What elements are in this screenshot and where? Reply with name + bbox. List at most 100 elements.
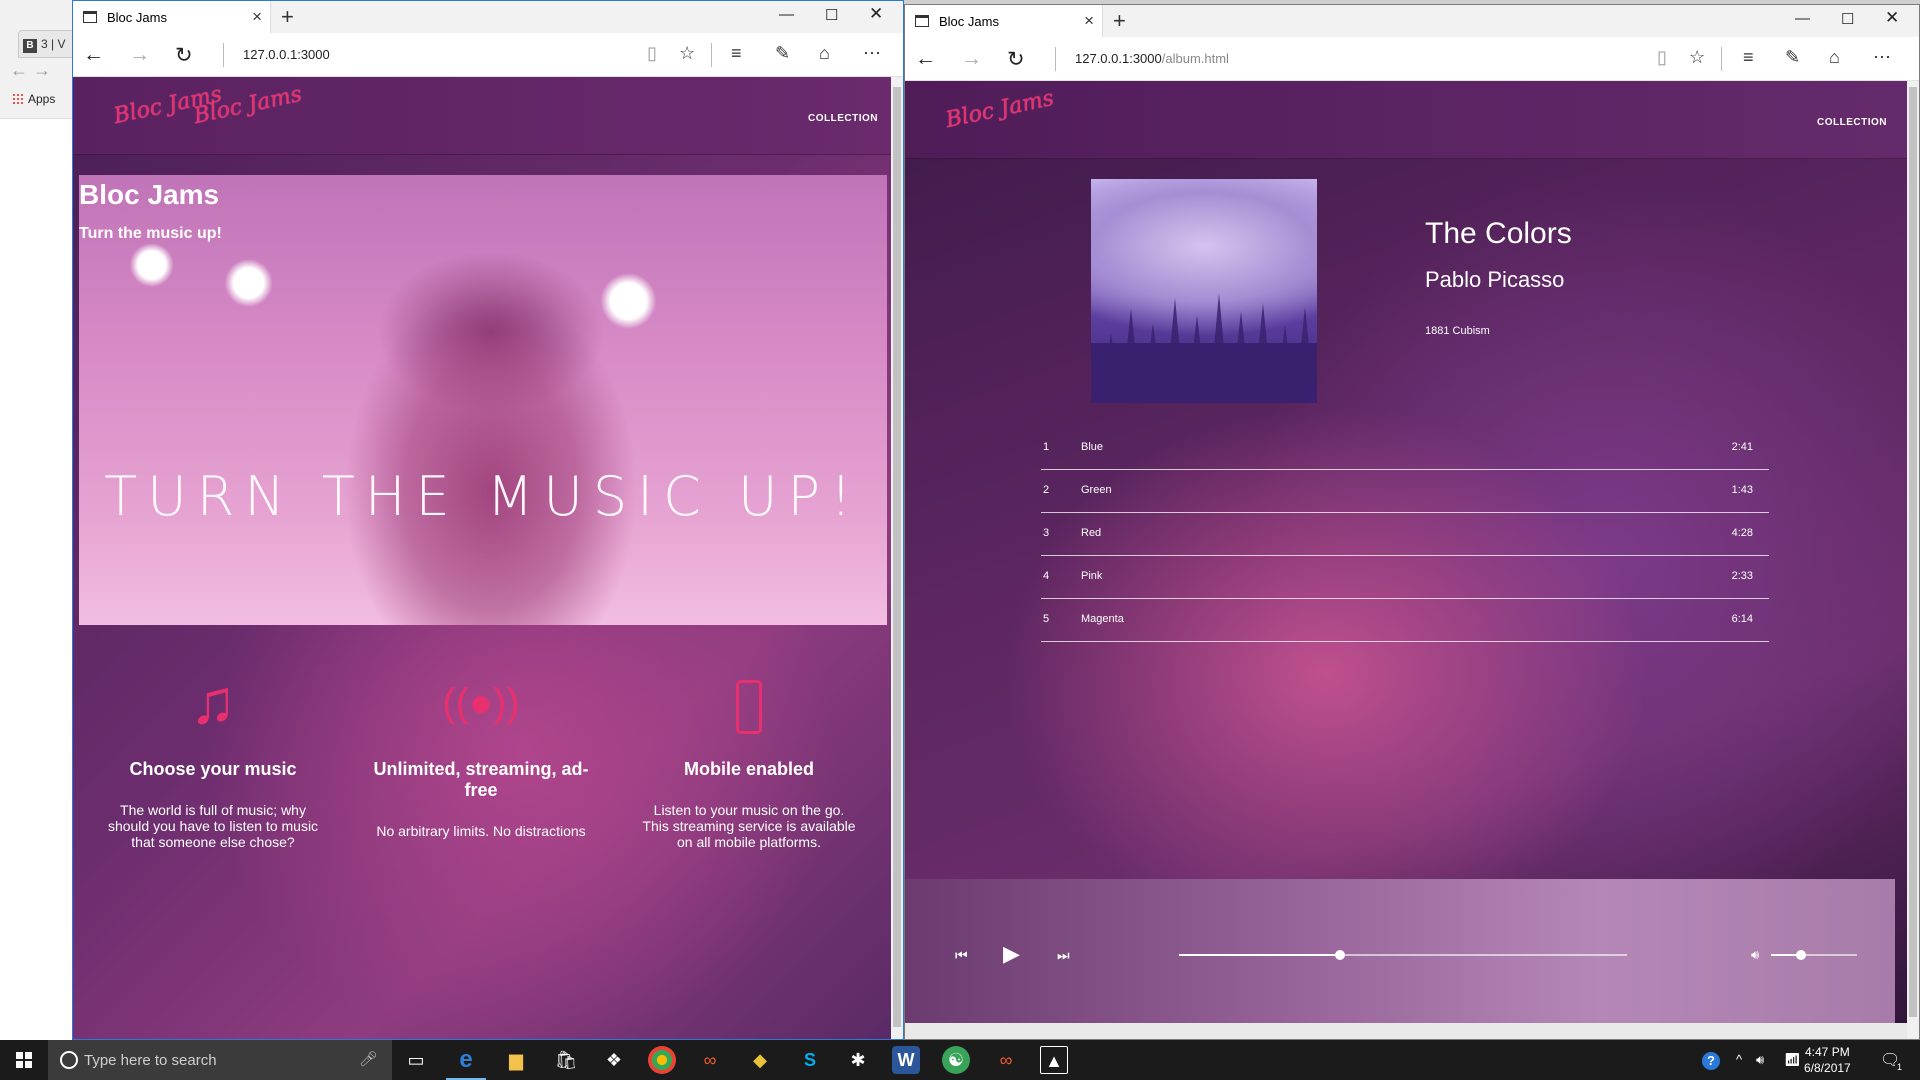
chrome-icon[interactable] [648, 1046, 676, 1074]
url-field[interactable]: 127.0.0.1:3000 [243, 47, 330, 62]
refresh-icon[interactable]: ↻ [175, 43, 193, 68]
apps-label: Apps [28, 92, 56, 106]
microphone-icon[interactable]: 🎤︎ [359, 1050, 378, 1068]
close-tab-icon[interactable]: × [252, 7, 262, 27]
maximize-icon[interactable]: ☐ [825, 6, 838, 24]
scrollbar[interactable] [1907, 81, 1919, 1039]
forward-arrow-icon[interactable]: → [129, 43, 150, 67]
favorite-star-icon[interactable]: ☆ [1689, 47, 1705, 68]
share-icon[interactable]: ⌂ [819, 43, 830, 64]
store-icon[interactable]: 🛍︎ [552, 1046, 580, 1074]
song-row[interactable]: 4 Pink 2:33 [1041, 556, 1769, 599]
seek-fill [1179, 954, 1341, 956]
taskbar-search[interactable]: Type here to search 🎤︎ [48, 1040, 392, 1080]
song-row[interactable]: 5 Magenta 6:14 [1041, 599, 1769, 642]
show-hidden-icons-icon[interactable]: ^ [1736, 1052, 1742, 1067]
new-tab-icon[interactable]: + [281, 4, 294, 30]
song-duration: 2:33 [1731, 570, 1753, 582]
song-title: Green [1081, 484, 1112, 496]
app-icon[interactable]: ☯ [942, 1046, 970, 1074]
favorite-star-icon[interactable]: ☆ [679, 43, 695, 64]
feature-desc: No arbitrary limits. No distractions [376, 823, 586, 839]
web-note-icon[interactable]: ✎ [775, 43, 790, 64]
new-tab-icon[interactable]: + [1113, 8, 1126, 34]
feature-streaming: ((●)) Unlimited, streaming, ad-free No a… [371, 663, 591, 839]
start-button[interactable] [0, 1040, 48, 1080]
volume-icon[interactable]: 🔊︎ [1751, 947, 1759, 963]
nav-collection-link[interactable]: COLLECTION [808, 113, 878, 124]
nav-collection-link[interactable]: COLLECTION [1817, 117, 1887, 128]
sourcetree-icon[interactable]: ◆ [746, 1046, 774, 1074]
previous-track-icon[interactable]: ⏮ [955, 947, 968, 964]
maximize-icon[interactable]: ☐ [1841, 10, 1854, 28]
logo-text: Bloc Jams [943, 85, 1057, 134]
back-arrow-icon[interactable]: ← [10, 60, 28, 80]
feature-title: Choose your music [129, 759, 297, 779]
edge-icon[interactable]: e [446, 1046, 486, 1080]
refresh-icon[interactable]: ↻ [1007, 47, 1025, 72]
reading-view-icon[interactable]: ▯ [647, 43, 657, 64]
scroll-thumb[interactable] [893, 87, 901, 1027]
dropbox-icon[interactable]: ❖ [600, 1046, 628, 1074]
minimize-icon[interactable]: — [1795, 10, 1810, 27]
chrome-nav: ← → [10, 60, 80, 80]
app-icon[interactable]: ∞ [696, 1046, 724, 1074]
navbar: Bloc Jams Bloc Jams COLLECTION [73, 77, 891, 155]
music-note-icon: ♫ [189, 668, 237, 737]
minimize-icon[interactable]: — [779, 6, 794, 23]
file-explorer-icon[interactable]: ▆ [502, 1046, 530, 1074]
hub-icon[interactable]: ≡ [731, 43, 742, 64]
separator [711, 43, 712, 67]
url-field[interactable]: 127.0.0.1:3000/album.html [1075, 51, 1229, 66]
volume-thumb[interactable] [1796, 950, 1807, 960]
skype-icon[interactable]: S [796, 1046, 824, 1074]
app-icon[interactable]: ∞ [992, 1046, 1020, 1074]
song-title: Magenta [1081, 613, 1124, 625]
close-tab-icon[interactable]: × [1084, 11, 1094, 31]
slack-icon[interactable]: ✱ [844, 1046, 872, 1074]
hub-icon[interactable]: ≡ [1743, 47, 1754, 68]
hero-tagline: TURN THE MUSIC UP! [104, 465, 862, 528]
seek-bar[interactable] [1179, 950, 1627, 960]
more-icon[interactable]: ⋯ [1873, 47, 1891, 68]
volume-icon[interactable]: 🔊︎ [1756, 1052, 1764, 1068]
song-row[interactable]: 2 Green 1:43 [1041, 470, 1769, 513]
song-duration: 4:28 [1731, 527, 1753, 539]
back-arrow-icon[interactable]: ← [915, 47, 936, 71]
album-cover-image [1091, 179, 1317, 403]
more-icon[interactable]: ⋯ [863, 43, 881, 64]
volume-slider[interactable] [1771, 950, 1857, 960]
forward-arrow-icon[interactable]: → [33, 60, 51, 80]
share-icon[interactable]: ⌂ [1829, 47, 1840, 68]
feature-title: Unlimited, streaming, ad-free [373, 759, 589, 800]
forward-arrow-icon[interactable]: → [961, 47, 982, 71]
play-icon[interactable]: ▶ [1003, 941, 1020, 967]
wifi-icon[interactable]: 📶︎ [1784, 1052, 1801, 1068]
help-icon[interactable]: ? [1702, 1052, 1720, 1070]
song-row[interactable]: 1 Blue 2:41 [1041, 427, 1769, 470]
browser-tab[interactable]: Bloc Jams × [905, 5, 1103, 37]
next-track-icon[interactable]: ⏭ [1057, 947, 1070, 964]
web-note-icon[interactable]: ✎ [1785, 47, 1800, 68]
song-row[interactable]: 3 Red 4:28 [1041, 513, 1769, 556]
navbar: Bloc Jams COLLECTION [905, 81, 1907, 159]
feature-choose-music: ♫ Choose your music The world is full of… [103, 663, 323, 850]
scroll-thumb[interactable] [1909, 87, 1917, 1017]
chrome-tab[interactable]: B 3 | V [18, 30, 78, 58]
close-window-icon[interactable]: ✕ [1885, 8, 1899, 28]
logo[interactable]: Bloc Jams [943, 86, 1056, 133]
seek-thumb[interactable] [1335, 950, 1346, 960]
scrollbar[interactable] [891, 77, 903, 1039]
photos-icon[interactable]: ▲ [1040, 1046, 1068, 1074]
page-viewport: Bloc Jams Bloc Jams COLLECTION TURN THE … [73, 77, 903, 1039]
song-duration: 2:41 [1731, 441, 1753, 453]
back-arrow-icon[interactable]: ← [83, 43, 104, 67]
task-view-icon[interactable]: ▭ [402, 1046, 430, 1074]
close-window-icon[interactable]: ✕ [869, 4, 883, 24]
player-bar: ⏮ ▶ ⏭ 🔊︎ [905, 879, 1895, 1039]
clock[interactable]: 4:47 PM 6/8/2017 [1804, 1044, 1851, 1076]
word-icon[interactable]: W [892, 1046, 920, 1074]
browser-tab[interactable]: Bloc Jams × [73, 1, 271, 33]
reading-view-icon[interactable]: ▯ [1657, 47, 1667, 68]
broadcast-icon: ((●)) [442, 681, 520, 725]
